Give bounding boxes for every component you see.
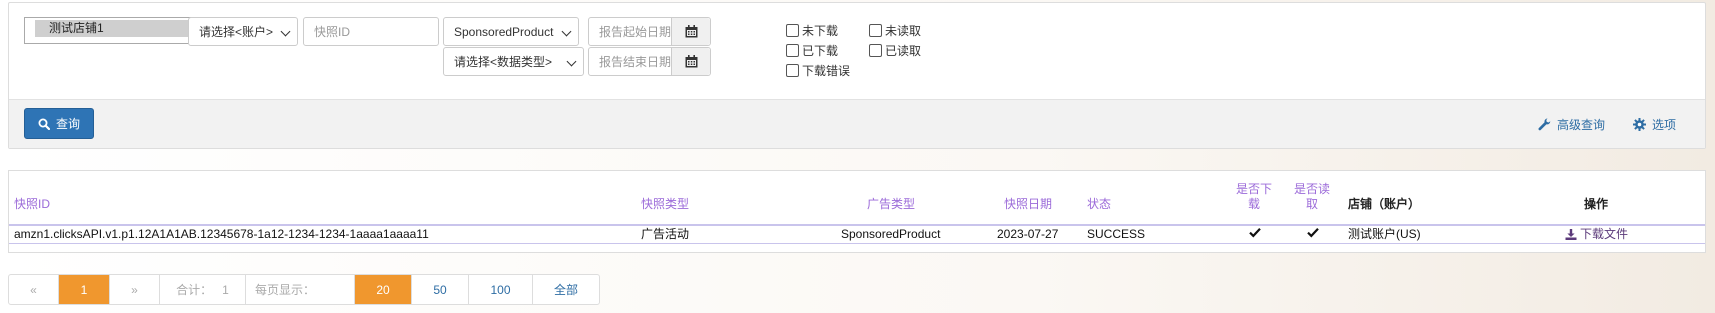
row-divider [9, 224, 1705, 226]
shop-multiselect[interactable]: 测试店铺1 [24, 17, 201, 44]
checkbox-read[interactable]: 已读取 [869, 42, 921, 58]
filter-footer [9, 99, 1705, 148]
snapshot-id-placeholder: 快照ID [314, 25, 351, 39]
column-header-ad-type[interactable]: 广告类型 [867, 197, 915, 212]
prev-page-button[interactable]: « [9, 275, 59, 304]
column-header-shop-account: 店铺（账户） [1348, 197, 1421, 211]
cell-snapshot-date: 2023-07-27 [997, 227, 1059, 241]
checkbox-label: 已读取 [885, 43, 922, 58]
page-size-100[interactable]: 100 [469, 275, 533, 304]
checkbox-label: 已下载 [802, 43, 839, 58]
chevron-down-icon [561, 26, 572, 37]
checkbox-not-read[interactable]: 未读取 [869, 22, 921, 38]
end-date-placeholder: 报告结束日期 [599, 55, 672, 69]
checkbox-box[interactable] [786, 43, 799, 57]
sponsored-type-value: SponsoredProduct [454, 24, 554, 39]
page-size-20[interactable]: 20 [355, 275, 412, 304]
checkbox-download-error[interactable]: 下载错误 [786, 62, 850, 78]
column-header-snapshot-type[interactable]: 快照类型 [641, 197, 689, 212]
column-header-snapshot-date[interactable]: 快照日期 [1004, 197, 1052, 212]
start-date-input[interactable]: 报告起始日期 [588, 17, 711, 46]
start-date-placeholder: 报告起始日期 [599, 25, 672, 39]
download-file-label: 下载文件 [1580, 227, 1629, 241]
checkbox-box[interactable] [869, 23, 882, 37]
wrench-icon [1538, 118, 1551, 131]
cell-status: SUCCESS [1087, 227, 1146, 241]
cell-shop-account: 测试账户(US) [1348, 227, 1421, 241]
download-file-link[interactable]: 下载文件 [1565, 227, 1628, 241]
check-icon [1249, 227, 1261, 241]
snapshot-id-input[interactable]: 快照ID [303, 17, 439, 46]
query-button[interactable]: 查询 [24, 108, 94, 139]
options-link[interactable]: 选项 [1633, 116, 1676, 133]
advanced-query-link[interactable]: 高级查询 [1538, 116, 1605, 133]
account-select-value: 请选择<账户> [199, 25, 274, 39]
checkbox-label: 未读取 [885, 23, 922, 38]
page-size-50[interactable]: 50 [412, 275, 469, 304]
chevron-down-icon [566, 56, 577, 67]
cell-snapshot-id: amzn1.clicksAPI.v1.p1.12A1A1AB.12345678-… [14, 227, 429, 241]
checkbox-label: 未下载 [802, 23, 839, 38]
checkbox-box[interactable] [869, 43, 882, 57]
total-count: 合计： 1 [160, 275, 246, 304]
chevron-down-icon [280, 26, 291, 37]
column-header-downloaded[interactable]: 是否下载 [1236, 182, 1272, 212]
gear-icon [1633, 118, 1646, 131]
pagination: « 1 » 合计： 1 每页显示： 20 50 100 全部 [8, 274, 600, 305]
column-header-snapshot-id[interactable]: 快照ID [14, 197, 50, 212]
advanced-query-label: 高级查询 [1557, 118, 1606, 132]
download-icon [1565, 228, 1577, 240]
search-icon [38, 118, 50, 130]
checkbox-box[interactable] [786, 63, 799, 77]
cell-snapshot-type: 广告活动 [641, 227, 690, 241]
end-date-input[interactable]: 报告结束日期 [588, 47, 711, 76]
column-header-read[interactable]: 是否读取 [1294, 182, 1330, 212]
query-label: 查询 [55, 117, 80, 131]
row-divider [9, 243, 1705, 244]
options-label: 选项 [1652, 118, 1677, 132]
account-select[interactable]: 请选择<账户> [188, 17, 298, 46]
shop-option[interactable]: 测试店铺1 [35, 20, 190, 37]
check-icon [1307, 227, 1319, 241]
total-label: 合计： [176, 283, 213, 297]
checkbox-box[interactable] [786, 23, 799, 37]
next-page-button[interactable]: » [110, 275, 160, 304]
calendar-icon[interactable] [671, 18, 710, 45]
per-page-label: 每页显示： [246, 275, 355, 304]
checkbox-not-downloaded[interactable]: 未下载 [786, 22, 838, 38]
data-type-value: 请选择<数据类型> [454, 55, 553, 69]
cell-ad-type: SponsoredProduct [841, 227, 941, 241]
data-type-select[interactable]: 请选择<数据类型> [443, 47, 584, 76]
column-header-status[interactable]: 状态 [1087, 197, 1111, 212]
calendar-icon[interactable] [671, 48, 710, 75]
page-size-all[interactable]: 全部 [533, 275, 599, 304]
sponsored-type-select[interactable]: SponsoredProduct [443, 17, 579, 46]
column-header-actions: 操作 [1584, 197, 1609, 211]
page-1-button[interactable]: 1 [59, 275, 110, 304]
checkbox-downloaded[interactable]: 已下载 [786, 42, 838, 58]
checkbox-label: 下载错误 [802, 63, 851, 78]
total-value: 1 [222, 282, 229, 297]
